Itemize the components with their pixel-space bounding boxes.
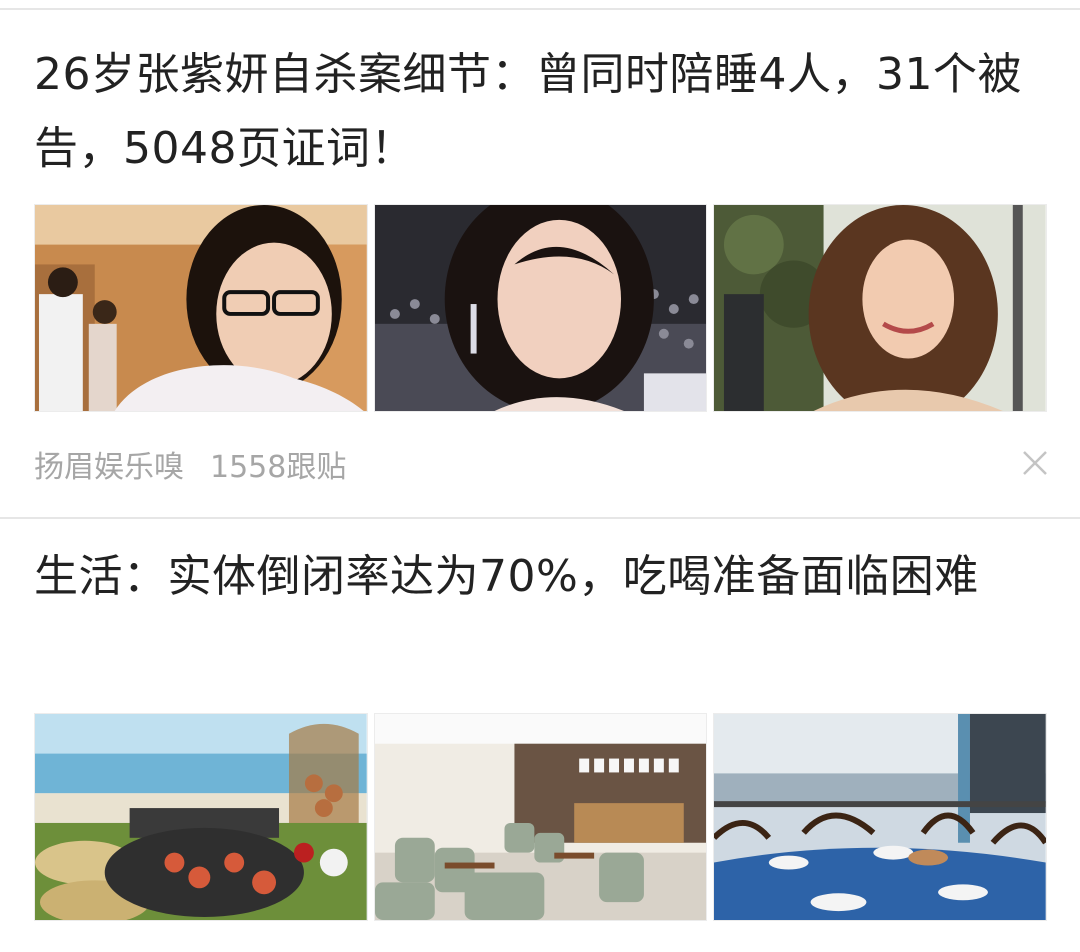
news-headline[interactable]: 生活：实体倒闭率达为70%，吃喝准备面临困难 bbox=[34, 540, 1049, 614]
news-source[interactable]: 扬眉娱乐嗅 bbox=[34, 442, 184, 486]
item-divider bbox=[0, 517, 1080, 519]
thumbnail-image[interactable] bbox=[373, 713, 708, 921]
thumbnail-image[interactable] bbox=[713, 713, 1048, 921]
news-item[interactable]: 生活：实体倒闭率达为70%，吃喝准备面临困难 bbox=[0, 520, 1080, 952]
comment-count[interactable]: 1558跟贴 bbox=[210, 442, 346, 486]
thumbnail-image[interactable] bbox=[34, 204, 368, 412]
thumbnail-row bbox=[34, 204, 1048, 412]
thumbnail-image[interactable] bbox=[34, 713, 368, 921]
news-meta: 扬眉娱乐嗅 1558跟贴 bbox=[34, 442, 346, 486]
thumbnail-image[interactable] bbox=[373, 204, 708, 412]
news-item[interactable]: 26岁张紫妍自杀案细节：曾同时陪睡4人，31个被告，5048页证词！ 扬眉娱乐嗅… bbox=[0, 10, 1080, 518]
thumbnail-image[interactable] bbox=[713, 204, 1048, 412]
thumbnail-row bbox=[34, 713, 1048, 921]
news-headline[interactable]: 26岁张紫妍自杀案细节：曾同时陪睡4人，31个被告，5048页证词！ bbox=[34, 38, 1049, 186]
close-icon[interactable] bbox=[1020, 448, 1050, 478]
